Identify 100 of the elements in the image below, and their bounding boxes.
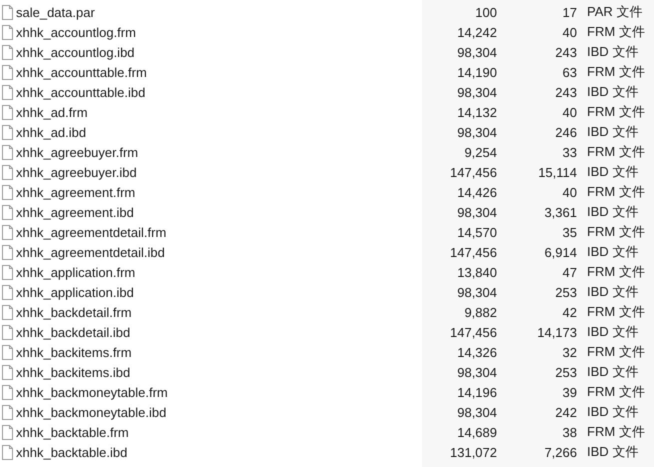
table-cell-text: 47: [562, 264, 577, 280]
table-cell-text: 98,304: [456, 44, 497, 60]
table-cell-text: 6,914: [543, 244, 577, 260]
table-cell-text: 98,304: [456, 364, 497, 380]
file-name[interactable]: xhhk_backitems.frm: [16, 344, 422, 360]
file-icon: [2, 64, 13, 80]
file-name[interactable]: xhhk_backtable.frm: [16, 424, 422, 440]
file-type: IBD 文件: [586, 323, 640, 341]
table-cell-text: 17: [562, 4, 577, 20]
table-cell-text: 131,072: [449, 444, 497, 460]
file-icon: [2, 424, 13, 440]
table-cell-text: 7,266: [543, 444, 577, 460]
file-icon: [2, 304, 13, 320]
file-type: FRM 文件: [586, 423, 646, 441]
file-type: IBD 文件: [586, 203, 640, 221]
table-cell-text: 40: [562, 104, 577, 120]
file-name[interactable]: sale_data.par: [16, 4, 422, 20]
file-type: FRM 文件: [586, 303, 646, 321]
file-name[interactable]: xhhk_ad.frm: [16, 104, 422, 120]
table-cell-text: 98,304: [456, 284, 497, 300]
file-name[interactable]: xhhk_accounttable.ibd: [16, 84, 422, 100]
file-icon: [2, 124, 13, 140]
file-type: IBD 文件: [586, 43, 640, 61]
table-cell-text: 42: [562, 304, 577, 320]
file-type: IBD 文件: [586, 363, 640, 381]
table-cell-text: 246: [554, 124, 577, 140]
table-cell-text: 14,190: [456, 64, 497, 80]
table-cell-text: 14,132: [456, 104, 497, 120]
file-type: FRM 文件: [586, 343, 646, 361]
file-name[interactable]: xhhk_backitems.ibd: [16, 364, 422, 380]
file-name[interactable]: xhhk_agreebuyer.ibd: [16, 164, 422, 180]
table-cell-text: 147,456: [449, 164, 497, 180]
file-icon: [2, 224, 13, 240]
file-icon: [2, 84, 13, 100]
file-type: IBD 文件: [586, 163, 640, 181]
file-name[interactable]: xhhk_backmoneytable.ibd: [16, 404, 422, 420]
file-icon: [2, 384, 13, 400]
table-cell-text: 14,242: [456, 24, 497, 40]
table-cell-text: 33: [562, 144, 577, 160]
file-icon: [2, 164, 13, 180]
file-name[interactable]: xhhk_accountlog.ibd: [16, 44, 422, 60]
table-cell-text: 15,114: [537, 164, 577, 180]
table-cell-text: 35: [562, 224, 577, 240]
file-type: FRM 文件: [586, 223, 646, 241]
table-cell-text: 253: [554, 364, 577, 380]
file-icon: [2, 324, 13, 340]
file-icon: [2, 444, 13, 460]
table-cell-text: 98,304: [456, 404, 497, 420]
file-icon: [2, 404, 13, 420]
file-type: FRM 文件: [586, 23, 646, 41]
table-cell-text: 98,304: [456, 84, 497, 100]
file-name[interactable]: xhhk_backdetail.frm: [16, 304, 422, 320]
file-type: IBD 文件: [586, 443, 640, 461]
table-cell-text: 9,254: [463, 144, 497, 160]
file-name[interactable]: xhhk_accountlog.frm: [16, 24, 422, 40]
file-type: IBD 文件: [586, 403, 640, 421]
table-cell-text: 40: [562, 24, 577, 40]
file-icon: [2, 284, 13, 300]
file-type: FRM 文件: [586, 143, 646, 161]
table-cell-text: 9,882: [463, 304, 497, 320]
table-cell-text: 14,426: [456, 184, 497, 200]
file-name[interactable]: xhhk_application.frm: [16, 264, 422, 280]
file-type: FRM 文件: [586, 383, 646, 401]
table-cell-text: 38: [562, 424, 577, 440]
table-cell-text: 40: [562, 184, 577, 200]
table-cell-text: 14,196: [456, 384, 497, 400]
file-type: FRM 文件: [586, 63, 646, 81]
table-cell-text: 14,570: [456, 224, 497, 240]
file-icon: [2, 344, 13, 360]
file-type: FRM 文件: [586, 183, 646, 201]
file-icon: [2, 184, 13, 200]
file-icon: [2, 24, 13, 40]
table-cell-text: 3,361: [543, 204, 577, 220]
file-icon: [2, 4, 13, 20]
file-name[interactable]: xhhk_backtable.ibd: [16, 444, 422, 460]
table-cell-text: 63: [562, 64, 577, 80]
table-cell-text: 147,456: [449, 244, 497, 260]
file-name[interactable]: xhhk_backmoneytable.frm: [16, 384, 422, 400]
file-name[interactable]: xhhk_agreement.frm: [16, 184, 422, 200]
file-type: IBD 文件: [586, 83, 640, 101]
file-name[interactable]: xhhk_application.ibd: [16, 284, 422, 300]
table-cell-text: 147,456: [449, 324, 497, 340]
file-icon: [2, 144, 13, 160]
table-cell-text: 14,326: [456, 344, 497, 360]
file-name[interactable]: xhhk_backdetail.ibd: [16, 324, 422, 340]
table-cell-text: 39: [562, 384, 577, 400]
file-name[interactable]: xhhk_agreement.ibd: [16, 204, 422, 220]
file-icon: [2, 44, 13, 60]
table-cell-text: 14,689: [456, 424, 497, 440]
file-name[interactable]: xhhk_agreementdetail.frm: [16, 224, 422, 240]
table-cell-text: 98,304: [456, 124, 497, 140]
file-name[interactable]: xhhk_accounttable.frm: [16, 64, 422, 80]
file-name[interactable]: xhhk_ad.ibd: [16, 124, 422, 140]
table-cell-text: 100: [474, 4, 497, 20]
file-type: FRM 文件: [586, 103, 646, 121]
file-type: IBD 文件: [586, 243, 640, 261]
table-cell-text: 13,840: [456, 264, 497, 280]
file-icon: [2, 104, 13, 120]
file-name[interactable]: xhhk_agreementdetail.ibd: [16, 244, 422, 260]
file-name[interactable]: xhhk_agreebuyer.frm: [16, 144, 422, 160]
